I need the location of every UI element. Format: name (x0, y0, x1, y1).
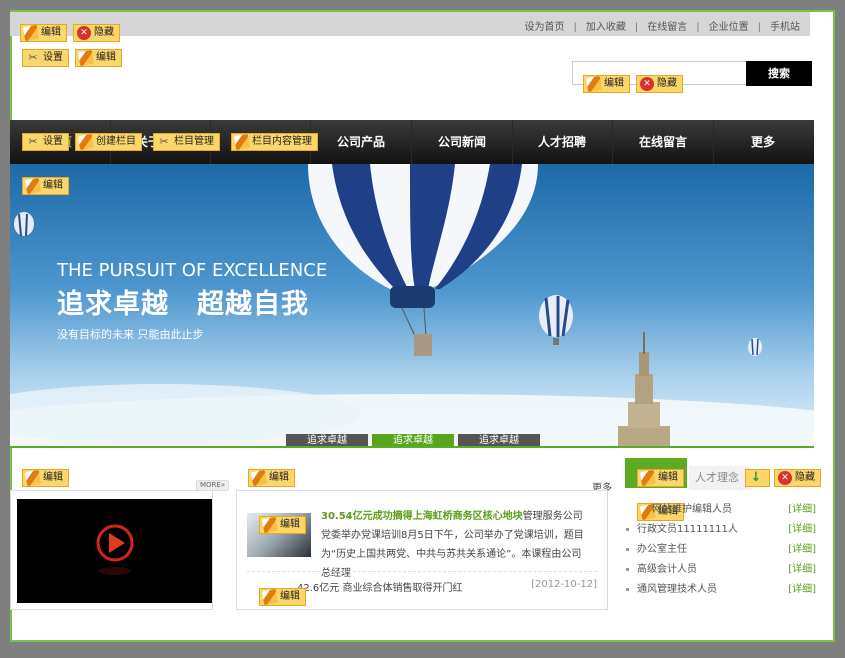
tools-icon: ✂ (159, 135, 169, 148)
settings-button-top[interactable]: ✂ 设置 (22, 49, 69, 67)
pencil-icon (233, 133, 251, 151)
slide-tab-1[interactable]: 追求卓越 (286, 434, 368, 446)
pencil-icon (77, 49, 95, 67)
nav-item-news[interactable]: 公司新闻 (412, 120, 513, 164)
list-item[interactable]: 网站维护编辑人员 [详细] (626, 500, 816, 520)
arrow-down-icon: ↓ (750, 470, 762, 485)
video-panel (10, 490, 213, 610)
edit-button-news-item-2[interactable]: 编辑 (259, 588, 306, 606)
news-row-date: [2012-10-12] (531, 579, 597, 590)
pencil-icon (24, 177, 42, 195)
hide-button-search[interactable]: ✕ 隐藏 (636, 75, 683, 93)
banner-divider (10, 446, 814, 448)
search-button[interactable]: 搜索 (746, 61, 812, 86)
top-link-home[interactable]: 设为首页 (525, 22, 565, 33)
pencil-icon (77, 133, 95, 151)
banner-chinese-title: 追求卓越 超越自我 (57, 289, 309, 320)
slide-tab-2[interactable]: 追求卓越 (372, 434, 454, 446)
hide-button-top[interactable]: ✕ 隐藏 (73, 24, 120, 42)
column-content-manage-button[interactable]: 栏目内容管理 (231, 133, 318, 151)
tools-icon: ✂ (28, 135, 38, 148)
list-item[interactable]: 高级会计人员 [详细] (626, 560, 816, 580)
list-item[interactable]: 通风管理技术人员 [详细] (626, 580, 816, 600)
nav-item-more[interactable]: 更多 (713, 120, 813, 164)
edit-button-news-item[interactable]: 编辑 (259, 516, 306, 534)
play-icon (96, 524, 134, 575)
pencil-icon (261, 516, 279, 534)
top-links: 设为首页 | 加入收藏 | 在线留言 | 企业位置 | 手机站 (524, 22, 801, 33)
settings-button-nav[interactable]: ✂ 设置 (22, 133, 69, 151)
edit-button-jobs[interactable]: 编辑 (637, 469, 684, 487)
close-icon: ✕ (778, 471, 792, 485)
pencil-icon (24, 469, 42, 487)
banner-subtitle: 没有目标的未来 只能由此止步 (57, 328, 204, 341)
pencil-icon (585, 75, 603, 93)
nav-item-message[interactable]: 在线留言 (613, 120, 714, 164)
create-column-button[interactable]: 创建栏目 (75, 133, 142, 151)
edit-button-top[interactable]: 编辑 (20, 24, 67, 42)
top-link-message[interactable]: 在线留言 (647, 22, 687, 33)
news-row-title[interactable]: 42.6亿元 商业综合体销售取得开门红 (297, 579, 462, 594)
nav-item-products[interactable]: 公司产品 (311, 120, 412, 164)
news-headline[interactable]: 30.54亿元成功摘得上海虹桥商务区核心地块 (321, 511, 523, 522)
edit-button-logo[interactable]: 编辑 (75, 49, 122, 67)
top-link-location[interactable]: 企业位置 (709, 22, 749, 33)
hero-banner: THE PURSUIT OF EXCELLENCE 追求卓越 超越自我 没有目标… (10, 164, 814, 446)
pencil-icon (22, 24, 40, 42)
pencil-icon (261, 588, 279, 606)
close-icon: ✕ (640, 77, 654, 91)
jobs-list: 网站维护编辑人员 [详细] 行政文员11111111人 [详细] 办公室主任 [详细]… (626, 500, 816, 600)
top-link-favorite[interactable]: 加入收藏 (586, 22, 626, 33)
nav-item-jobs[interactable]: 人才招聘 (512, 120, 613, 164)
close-icon: ✕ (77, 26, 91, 40)
jobs-tab-philosophy[interactable]: 人才理念 (689, 466, 751, 490)
edit-button-news[interactable]: 编辑 (248, 469, 295, 487)
top-link-mobile[interactable]: 手机站 (770, 22, 800, 33)
move-down-button[interactable]: ↓ (745, 469, 770, 487)
list-item[interactable]: 办公室主任 [详细] (626, 540, 816, 560)
video-player[interactable] (17, 499, 212, 603)
tools-icon: ✂ (28, 51, 38, 64)
edit-button-video[interactable]: 编辑 (22, 469, 69, 487)
edit-button-search[interactable]: 编辑 (583, 75, 630, 93)
edit-button-banner[interactable]: 编辑 (22, 177, 69, 195)
top-bar: 设为首页 | 加入收藏 | 在线留言 | 企业位置 | 手机站 (10, 12, 810, 36)
news-divider (247, 571, 597, 572)
slide-tab-3[interactable]: 追求卓越 (458, 434, 540, 446)
list-item[interactable]: 行政文员11111111人 [详细] (626, 520, 816, 540)
hide-button-jobs[interactable]: ✕ 隐藏 (774, 469, 821, 487)
column-manage-button[interactable]: ✂ 栏目管理 (153, 133, 220, 151)
banner-english-title: THE PURSUIT OF EXCELLENCE (57, 260, 328, 281)
pencil-icon (250, 469, 268, 487)
pencil-icon (639, 469, 657, 487)
